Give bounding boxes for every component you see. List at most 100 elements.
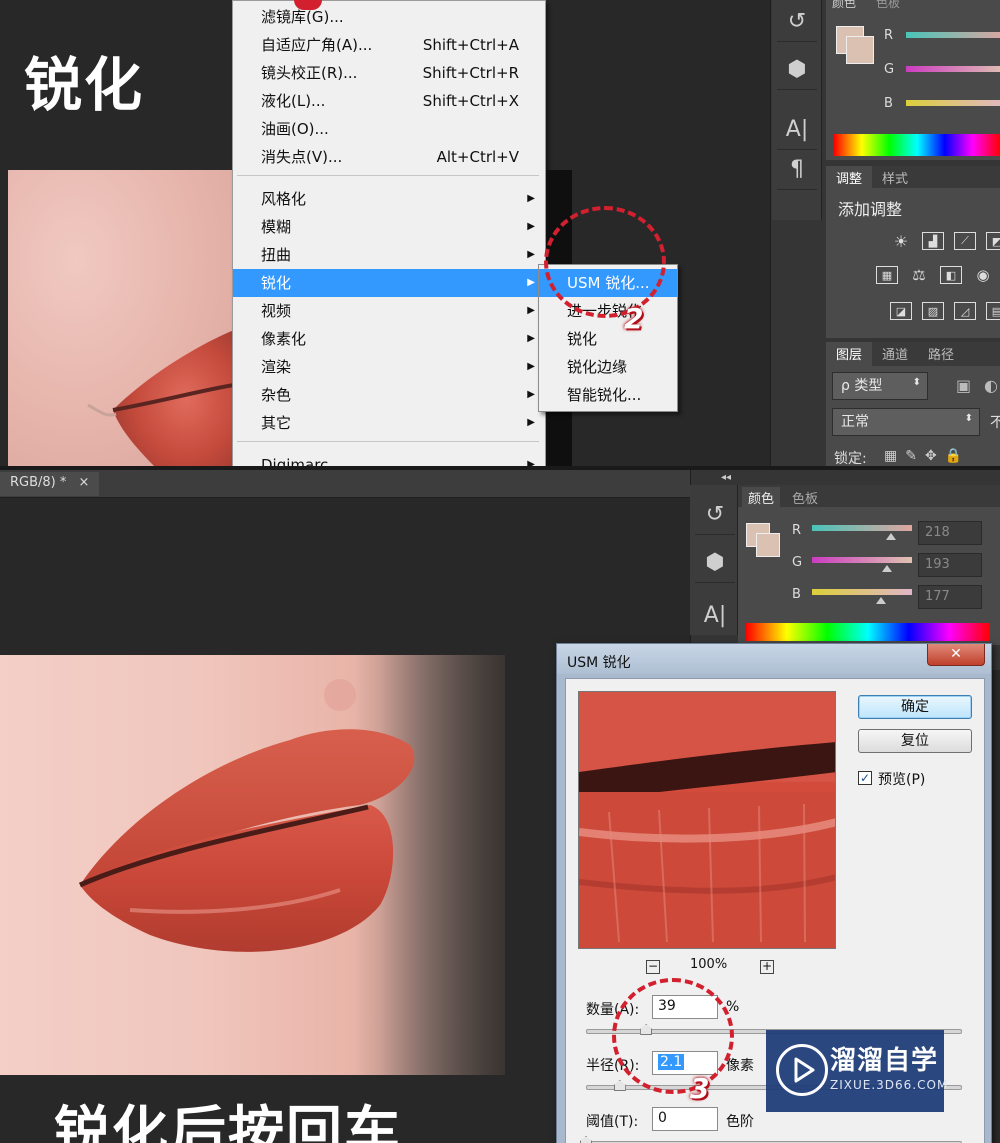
zoom-in-button[interactable]: + xyxy=(760,960,774,974)
channel-g-slider[interactable] xyxy=(906,66,1000,72)
curves-icon[interactable]: ⟋ xyxy=(954,232,976,250)
exposure-icon[interactable]: ◩ xyxy=(986,232,1000,250)
channel-r-input[interactable]: 218 xyxy=(918,521,982,545)
preview-checkbox[interactable]: ✓ xyxy=(858,771,872,785)
menu-item-filter-gallery[interactable]: 滤镜库(G)... xyxy=(233,3,545,31)
menu-item-lens-correction[interactable]: 镜头校正(R)... Shift+Ctrl+R xyxy=(233,59,545,87)
radius-slider-thumb[interactable] xyxy=(613,1080,626,1091)
close-icon[interactable]: × xyxy=(79,475,90,490)
background-swatch[interactable] xyxy=(756,533,780,557)
channel-b-input[interactable]: 177 xyxy=(918,585,982,609)
channel-g-thumb[interactable] xyxy=(882,565,892,572)
brightness-icon[interactable]: ☀ xyxy=(890,232,912,251)
color-tab[interactable]: 颜色 xyxy=(832,0,856,11)
preview-image xyxy=(579,692,835,948)
radius-unit: 像素 xyxy=(726,1058,754,1074)
tab-layers[interactable]: 图层 xyxy=(826,342,873,366)
ok-button[interactable]: 确定 xyxy=(858,695,972,719)
color-spectrum[interactable] xyxy=(746,623,990,641)
menu-item-shortcut: Shift+Ctrl+A xyxy=(422,36,519,54)
background-swatch[interactable] xyxy=(846,36,874,64)
threshold-slider-thumb[interactable] xyxy=(580,1136,592,1143)
menu-item-label: 风格化 xyxy=(261,190,307,208)
menu-item-adaptive-wide-angle[interactable]: 自适应广角(A)... Shift+Ctrl+A xyxy=(233,31,545,59)
menu-item-other[interactable]: 其它 ▶ xyxy=(233,409,545,437)
close-button[interactable]: ✕ xyxy=(927,644,985,666)
preview-window[interactable] xyxy=(578,691,836,949)
paragraph-icon[interactable]: ¶ xyxy=(777,150,817,190)
channel-b-thumb[interactable] xyxy=(876,597,886,604)
menu-item-sharpen[interactable]: 锐化 ▶ xyxy=(233,269,545,297)
document-tab[interactable]: RGB/8) * × xyxy=(0,472,100,496)
zoom-out-button[interactable]: − xyxy=(646,960,660,974)
channel-r-slider[interactable] xyxy=(906,32,1000,38)
submenu-item-smart-sharpen[interactable]: 智能锐化... xyxy=(539,381,677,409)
chevron-updown-icon: ⬍ xyxy=(912,377,921,388)
channel-b-slider[interactable] xyxy=(906,100,1000,106)
channel-b-slider[interactable] xyxy=(812,589,912,595)
black-white-icon[interactable]: ◧ xyxy=(940,266,962,284)
lip-image xyxy=(87,330,234,470)
3d-cube-icon[interactable]: ⬢ xyxy=(695,543,735,583)
annotation-circle-3 xyxy=(612,978,734,1094)
channel-g-input[interactable]: 193 xyxy=(918,553,982,577)
tab-adjustments[interactable]: 调整 xyxy=(826,166,873,188)
menu-item-render[interactable]: 渲染 ▶ xyxy=(233,353,545,381)
play-triangle xyxy=(794,1057,815,1083)
swatches-tab[interactable]: 色板 xyxy=(876,0,900,11)
submenu-arrow-icon: ▶ xyxy=(527,193,535,204)
channel-r-slider[interactable] xyxy=(812,525,912,531)
submenu-arrow-icon: ▶ xyxy=(527,305,535,316)
watermark: 溜溜自学 ZIXUE.3D66.COM xyxy=(766,1030,947,1112)
menu-item-oil-paint[interactable]: 油画(O)... xyxy=(233,115,545,143)
document-tabbar xyxy=(0,470,690,498)
reset-button[interactable]: 复位 xyxy=(858,729,972,753)
channel-g-slider[interactable] xyxy=(812,557,912,563)
submenu-item-sharpen[interactable]: 锐化 xyxy=(539,325,677,353)
annotation-circle-2 xyxy=(544,206,666,318)
menu-item-video[interactable]: 视频 ▶ xyxy=(233,297,545,325)
tab-paths[interactable]: 路径 xyxy=(918,342,964,366)
gradient-map-icon[interactable]: ▤ xyxy=(986,302,1000,320)
blend-mode-select[interactable]: 正常 ⬍ xyxy=(832,408,980,436)
history-icon[interactable]: ↺ xyxy=(695,495,735,535)
blend-mode-value: 正常 xyxy=(841,414,869,430)
photo-filter-icon[interactable]: ◉ xyxy=(972,266,994,284)
channel-r-thumb[interactable] xyxy=(886,533,896,540)
menu-item-noise[interactable]: 杂色 ▶ xyxy=(233,381,545,409)
layer-kind-filter-label: ρ 类型 xyxy=(841,378,883,394)
character-icon[interactable]: A| xyxy=(695,595,735,635)
levels-icon[interactable]: ▟ xyxy=(922,232,944,250)
collapse-arrows-icon[interactable]: ◂◂ xyxy=(721,472,731,483)
tab-styles[interactable]: 样式 xyxy=(872,166,918,188)
menu-separator xyxy=(237,441,539,442)
threshold-icon[interactable]: ◿ xyxy=(954,302,976,320)
menu-item-blur[interactable]: 模糊 ▶ xyxy=(233,213,545,241)
submenu-arrow-icon: ▶ xyxy=(527,277,535,288)
menu-item-liquify[interactable]: 液化(L)... Shift+Ctrl+X xyxy=(233,87,545,115)
channel-r-label: R xyxy=(792,523,802,538)
threshold-input[interactable]: 0 xyxy=(652,1107,718,1131)
lock-icons[interactable]: ▦✎✥🔒 xyxy=(884,448,970,464)
tab-channels[interactable]: 通道 xyxy=(872,342,918,366)
history-icon[interactable]: ↺ xyxy=(777,2,817,42)
color-balance-icon[interactable]: ⚖ xyxy=(908,266,930,284)
bottom-panel-icon-strip: ↺ ⬢ A| xyxy=(690,485,738,635)
submenu-item-sharpen-edges[interactable]: 锐化边缘 xyxy=(539,353,677,381)
3d-cube-icon[interactable]: ⬢ xyxy=(777,50,817,90)
menu-item-distort[interactable]: 扭曲 ▶ xyxy=(233,241,545,269)
image-filter-icon[interactable]: ▣ xyxy=(956,376,971,395)
color-spectrum[interactable] xyxy=(834,134,1000,156)
tab-color[interactable]: 颜色 xyxy=(742,487,781,508)
layer-kind-filter[interactable]: ρ 类型 ⬍ xyxy=(832,372,928,400)
posterize-icon[interactable]: ▨ xyxy=(922,302,944,320)
invert-icon[interactable]: ◪ xyxy=(890,302,912,320)
menu-item-stylize[interactable]: 风格化 ▶ xyxy=(233,185,545,213)
hue-saturation-icon[interactable]: ▦ xyxy=(876,266,898,284)
menu-item-vanishing-point[interactable]: 消失点(V)... Alt+Ctrl+V xyxy=(233,143,545,171)
menu-item-pixelate[interactable]: 像素化 ▶ xyxy=(233,325,545,353)
menu-item-shortcut: Shift+Ctrl+X xyxy=(422,92,519,110)
tab-swatches[interactable]: 色板 xyxy=(792,488,818,507)
character-icon[interactable]: A| xyxy=(777,110,817,150)
adjust-filter-icon[interactable]: ◐ xyxy=(984,376,998,395)
